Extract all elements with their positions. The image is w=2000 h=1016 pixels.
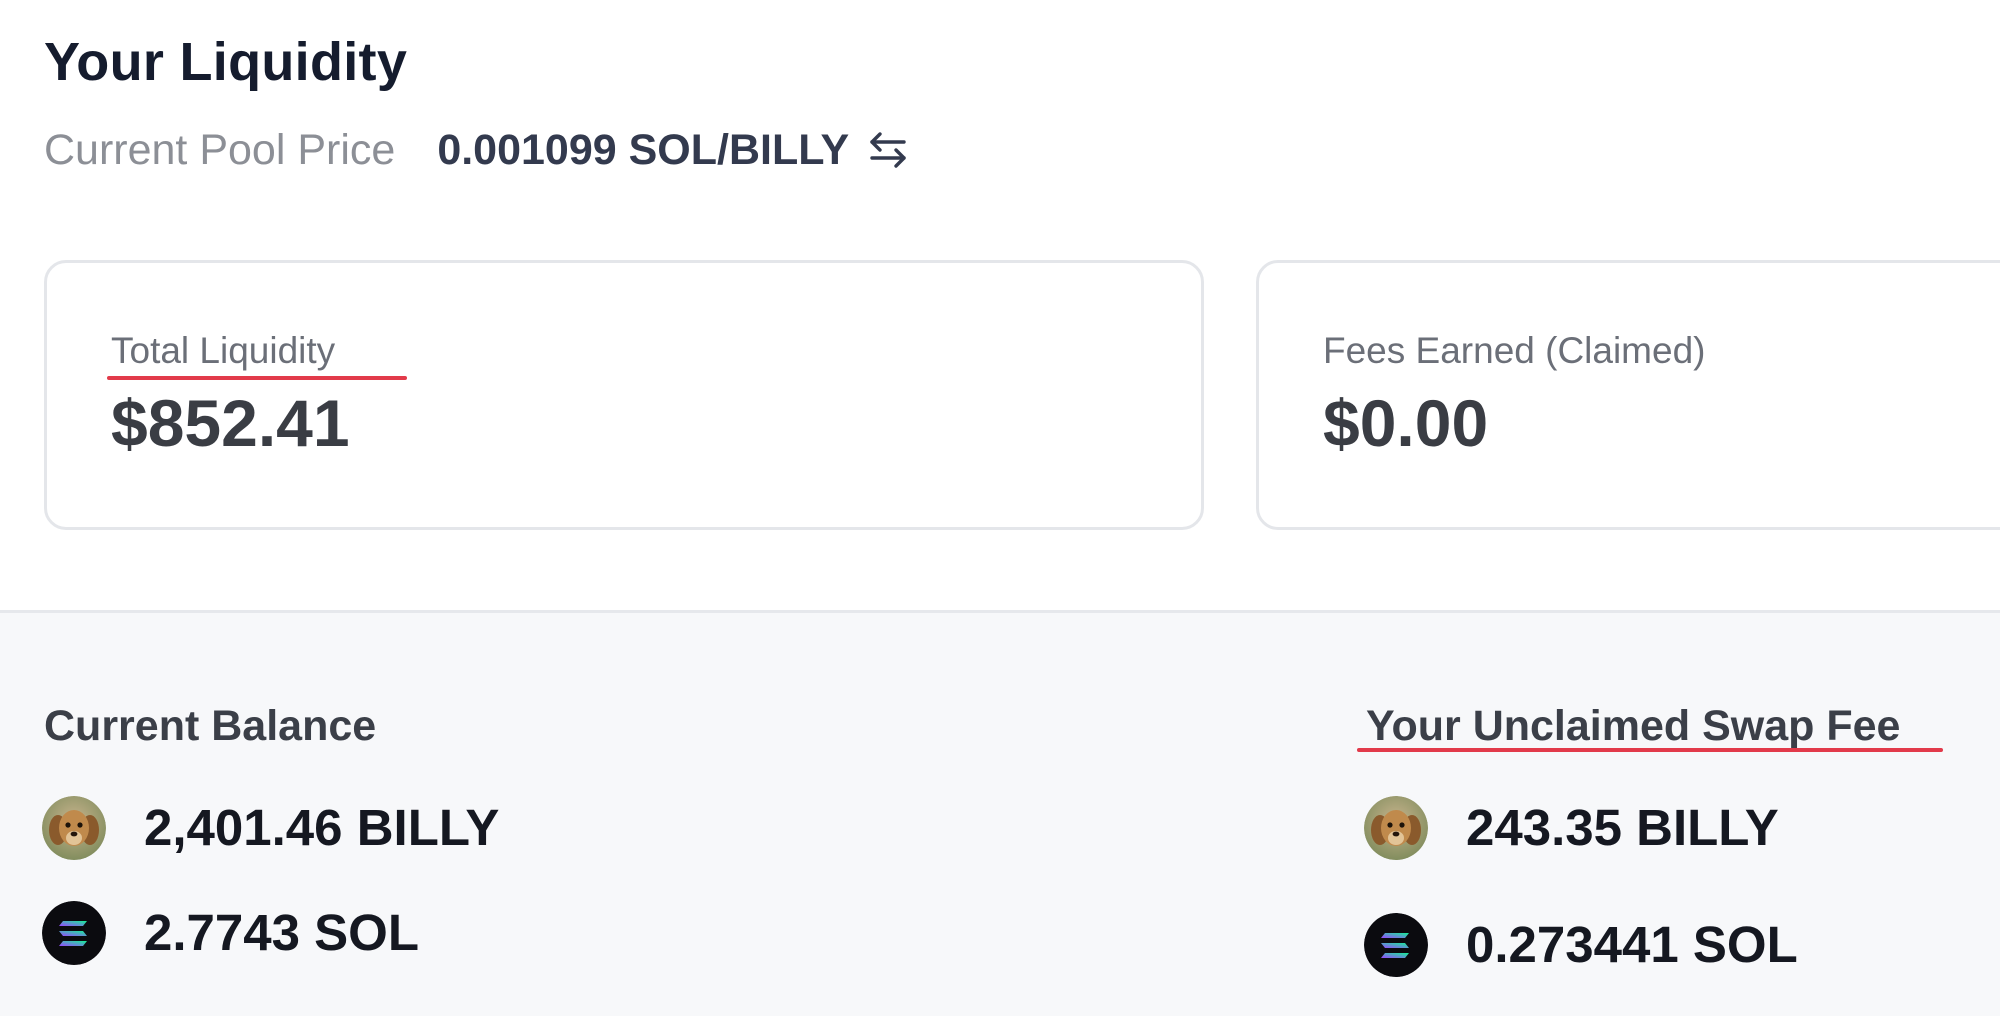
fees-earned-label: Fees Earned (Claimed) bbox=[1323, 330, 1706, 371]
solana-logo-icon bbox=[42, 901, 106, 965]
fees-earned-value: $0.00 bbox=[1323, 386, 1489, 460]
unclaimed-sol-amount: 0.273441 SOL bbox=[1466, 916, 1798, 973]
current-balance-title: Current Balance bbox=[44, 702, 377, 750]
page-title: Your Liquidity bbox=[44, 32, 408, 92]
fees-earned-card: Fees Earned (Claimed) $0.00 bbox=[1256, 260, 2000, 530]
total-liquidity-label: Total Liquidity bbox=[111, 330, 336, 371]
liquidity-overview: Your Liquidity Current Pool Price 0.0010… bbox=[0, 0, 2000, 610]
dog-avatar-icon bbox=[1364, 796, 1428, 860]
pool-price-label: Current Pool Price bbox=[44, 126, 396, 174]
balance-billy-row: 2,401.46 BILLY bbox=[42, 793, 499, 863]
swap-arrows-icon[interactable] bbox=[865, 127, 911, 173]
balances-section: Current Balance 2,401.46 BILLY 2.7743 SO… bbox=[0, 610, 2000, 1016]
solana-logo-icon bbox=[1364, 913, 1428, 977]
pool-price-row: Current Pool Price 0.001099 SOL/BILLY bbox=[44, 120, 911, 180]
total-liquidity-value: $852.41 bbox=[111, 386, 350, 460]
balance-billy-amount: 2,401.46 BILLY bbox=[144, 799, 500, 856]
unclaimed-billy-row: 243.35 BILLY bbox=[1364, 793, 1779, 863]
total-liquidity-card: Total Liquidity $852.41 bbox=[44, 260, 1204, 530]
dog-avatar-icon bbox=[42, 796, 106, 860]
highlight-underline bbox=[1357, 748, 1943, 752]
balance-sol-amount: 2.7743 SOL bbox=[144, 904, 419, 961]
highlight-underline bbox=[107, 376, 407, 380]
balance-sol-row: 2.7743 SOL bbox=[42, 898, 419, 968]
unclaimed-fee-title: Your Unclaimed Swap Fee bbox=[1366, 702, 1901, 750]
pool-price-value: 0.001099 SOL/BILLY bbox=[437, 126, 850, 174]
unclaimed-billy-amount: 243.35 BILLY bbox=[1466, 799, 1779, 856]
unclaimed-sol-row: 0.273441 SOL bbox=[1364, 910, 1798, 980]
